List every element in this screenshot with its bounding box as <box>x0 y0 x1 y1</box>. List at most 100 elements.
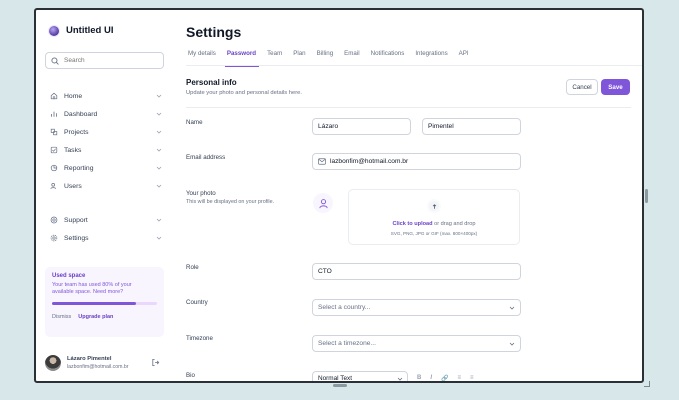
nav-label: Reporting <box>64 164 94 172</box>
nav-label: Tasks <box>64 146 82 154</box>
section-subtitle: Update your photo and personal details h… <box>186 90 303 96</box>
name-label: Name <box>186 119 203 126</box>
chevron-down-icon[interactable] <box>156 217 162 223</box>
pie-chart-icon <box>50 164 58 172</box>
chevron-down-icon[interactable] <box>156 235 162 241</box>
usage-progress-fill <box>52 301 136 305</box>
users-icon <box>50 183 56 189</box>
photo-upload-dropzone[interactable]: Click to upload or drag and drop SVG, PN… <box>348 189 520 245</box>
usage-desc-line: Your team has used 80% of your <box>52 282 132 288</box>
chevron-down-icon[interactable] <box>156 147 162 153</box>
search-icon <box>51 56 59 65</box>
chevron-down-icon <box>397 377 403 381</box>
photo-label: Your photo <box>186 190 216 197</box>
section-title: Personal info <box>186 78 237 87</box>
nav-main: Home Dashboard Projects Tasks Reporting <box>45 87 164 195</box>
first-name-value: Lázaro <box>318 123 339 130</box>
usage-progress-bar <box>52 301 157 305</box>
photo-help: This will be displayed on your profile. <box>186 199 275 205</box>
upload-hint: SVG, PNG, JPG or GIF (max. 800×400px) <box>390 231 478 236</box>
app-window: Untitled UI Home Dashboard Projects <box>34 8 644 383</box>
nav-item-home[interactable]: Home <box>45 87 164 105</box>
upgrade-plan-link[interactable]: Upgrade plan <box>78 314 113 320</box>
search-box[interactable] <box>45 52 164 69</box>
sidebar: Untitled UI Home Dashboard Projects <box>36 10 174 381</box>
timezone-select[interactable]: Select a timezone... <box>312 335 521 352</box>
nav-item-settings[interactable]: Settings <box>45 229 164 247</box>
first-name-field[interactable]: Lázaro <box>312 118 411 135</box>
check-square-icon <box>50 146 58 154</box>
settings-tabs: My details Password Team Plan Billing Em… <box>186 48 642 67</box>
bullet-list-icon[interactable]: ≡ <box>458 375 462 381</box>
cancel-button[interactable]: Cancel <box>566 79 598 95</box>
gear-icon <box>50 234 58 242</box>
last-name-value: Pimentel <box>428 123 454 130</box>
numbered-list-icon[interactable]: ≡ <box>470 375 474 381</box>
tab-password[interactable]: Password <box>224 48 261 67</box>
italic-icon[interactable]: I <box>430 375 432 381</box>
tab-team[interactable]: Team <box>265 48 287 66</box>
usage-title: Used space <box>52 273 86 279</box>
chevron-down-icon[interactable] <box>156 183 162 189</box>
logo[interactable]: Untitled UI <box>49 25 114 36</box>
tab-notifications[interactable]: Notifications <box>369 48 410 66</box>
dismiss-link[interactable]: Dismiss <box>52 314 71 320</box>
save-button[interactable]: Save <box>601 79 630 95</box>
role-value: CTO <box>318 268 332 275</box>
email-field[interactable]: lazbonfim@hotmail.com.br <box>312 153 521 170</box>
nav-item-tasks[interactable]: Tasks <box>45 141 164 159</box>
life-buoy-icon <box>50 216 58 224</box>
nav-item-dashboard[interactable]: Dashboard <box>45 105 164 123</box>
app-name: Untitled UI <box>66 25 114 36</box>
nav-item-support[interactable]: Support <box>45 211 164 229</box>
email-label: Email address <box>186 154 226 161</box>
click-to-upload-link[interactable]: Click to upload <box>392 221 432 227</box>
bio-label: Bio <box>186 372 195 379</box>
nav-item-projects[interactable]: Projects <box>45 123 164 141</box>
usage-card: Used space Your team has used 80% of you… <box>45 267 164 337</box>
vertical-scrollbar[interactable] <box>645 189 648 203</box>
account-email: lazbonfim@hotmail.com.br <box>67 364 129 370</box>
nav-label: Support <box>64 216 88 224</box>
tab-plan[interactable]: Plan <box>291 48 310 66</box>
upload-cloud-icon <box>427 199 441 213</box>
upload-arrow-icon <box>432 203 436 209</box>
timezone-placeholder: Select a timezone... <box>318 340 376 347</box>
tab-billing[interactable]: Billing <box>315 48 339 66</box>
nav-label: Settings <box>64 234 89 242</box>
tab-email[interactable]: Email <box>342 48 364 66</box>
upload-instructions: Click to upload or drag and drop <box>349 221 519 227</box>
bold-icon[interactable]: B <box>417 375 421 381</box>
horizontal-scrollbar[interactable] <box>333 384 347 387</box>
chevron-down-icon[interactable] <box>156 111 162 117</box>
country-placeholder: Select a country... <box>318 304 371 311</box>
country-select[interactable]: Select a country... <box>312 299 521 316</box>
chevron-down-icon[interactable] <box>156 129 162 135</box>
search-input[interactable] <box>64 57 154 64</box>
main-content: Settings My details Password Team Plan B… <box>186 10 642 381</box>
account-name: Lázaro Pimentel <box>67 356 112 362</box>
logout-icon[interactable] <box>151 358 160 367</box>
nav-label: Home <box>64 92 83 100</box>
tab-api[interactable]: API <box>457 48 474 66</box>
tab-integrations[interactable]: Integrations <box>413 48 452 66</box>
chevron-down-icon[interactable] <box>156 165 162 171</box>
layers-icon <box>50 128 58 136</box>
chevron-down-icon[interactable] <box>156 93 162 99</box>
text-format-value: Normal Text <box>318 374 352 382</box>
text-format-select[interactable]: Normal Text <box>312 371 408 382</box>
photo-avatar <box>313 193 333 213</box>
chevron-down-icon <box>509 306 515 310</box>
nav-item-reporting[interactable]: Reporting <box>45 159 164 177</box>
role-field[interactable]: CTO <box>312 263 521 280</box>
nav-label: Dashboard <box>64 110 98 118</box>
tab-my-details[interactable]: My details <box>186 48 221 66</box>
link-icon[interactable]: 🔗 <box>441 375 448 382</box>
user-icon <box>318 198 328 208</box>
resize-handle[interactable] <box>644 381 650 387</box>
avatar[interactable] <box>45 355 61 371</box>
last-name-field[interactable]: Pimentel <box>422 118 521 135</box>
nav-item-users[interactable]: Users <box>45 177 164 195</box>
mail-icon <box>318 158 326 165</box>
nav-label: Projects <box>64 128 89 136</box>
